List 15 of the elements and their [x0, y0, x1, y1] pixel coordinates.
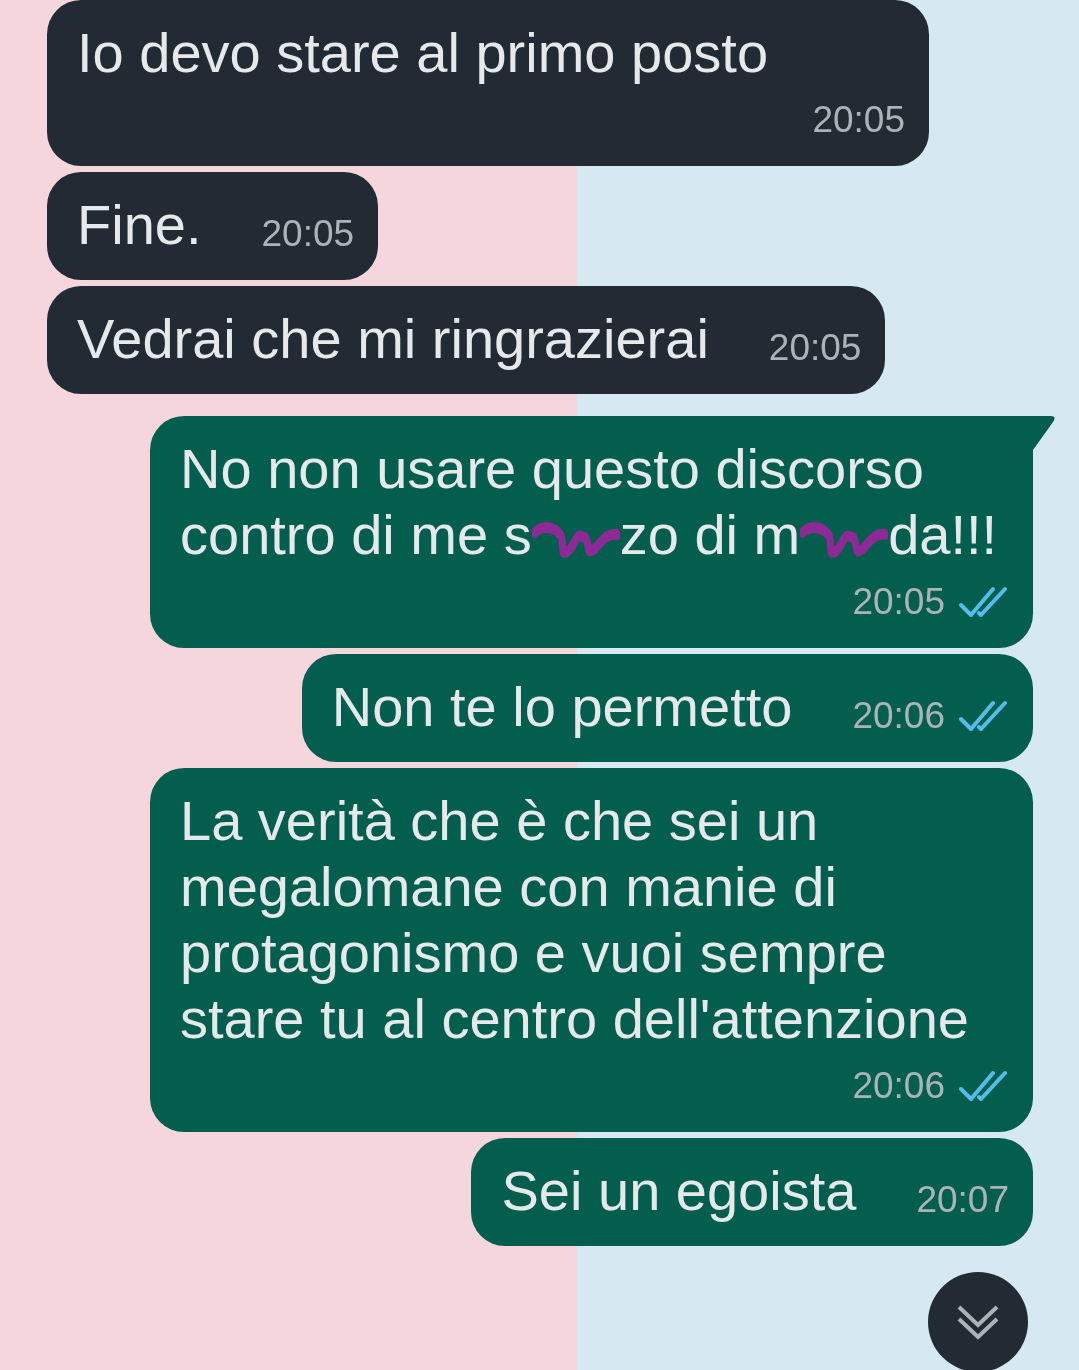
- message-time: 20:05: [812, 100, 905, 140]
- message-time: 20:05: [261, 214, 355, 254]
- message-text: Vedrai che mi ringrazierai: [77, 306, 709, 372]
- message-time: 20:06: [852, 696, 945, 736]
- message-time: 20:05: [768, 328, 862, 368]
- message-time: 20:05: [852, 582, 945, 622]
- message-text: No non usare questo discorso contro di me s zo di m da!!!: [180, 436, 999, 568]
- message-text: Io devo stare al primo posto: [77, 20, 770, 86]
- double-chevron-down-icon: [956, 1303, 1000, 1341]
- message-time: 20:06: [852, 1066, 945, 1106]
- message-text: Sei un egoista: [501, 1158, 857, 1224]
- message-text: Non te lo permetto: [331, 674, 793, 740]
- message-text: La verità che è che sei un megalomane con manie di protagonismo e vuoi sempre stare tu al centro dell'attenzione: [180, 788, 970, 1052]
- message-time: 20:07: [916, 1180, 1009, 1220]
- message-text: Fine.: [77, 192, 202, 258]
